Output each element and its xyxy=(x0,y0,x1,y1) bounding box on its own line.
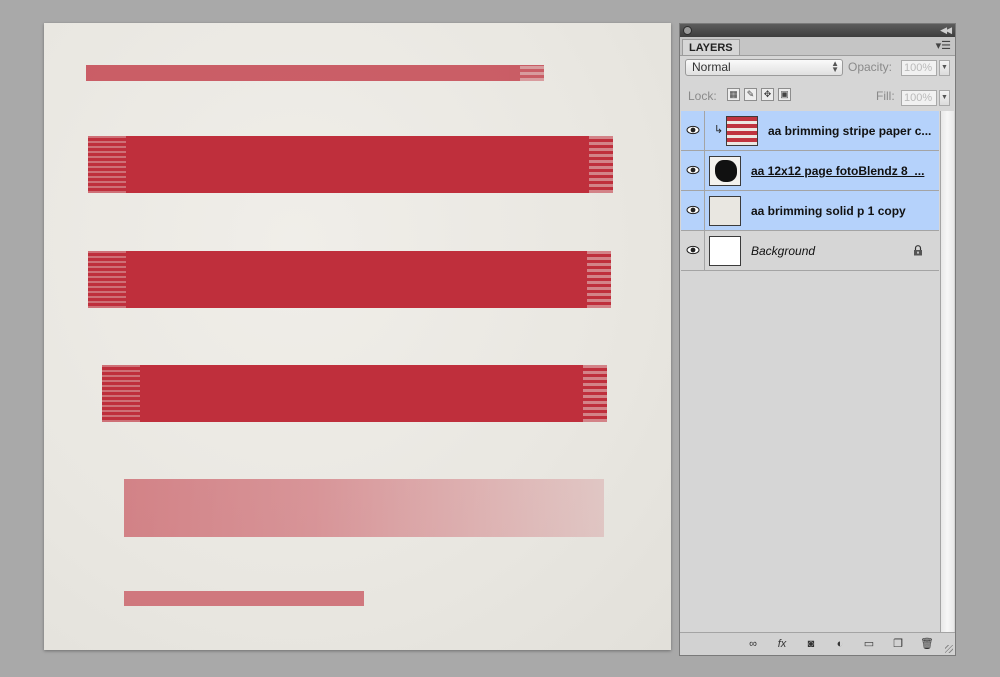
stripe-1 xyxy=(86,65,544,81)
lock-all-icon[interactable]: ▣ xyxy=(778,88,791,101)
layer-name[interactable]: Background xyxy=(751,231,815,271)
layer-name[interactable]: aa brimming solid p 1 copy xyxy=(751,191,906,231)
new-layer-icon[interactable]: ❐ xyxy=(891,637,905,651)
visibility-toggle[interactable] xyxy=(681,111,705,150)
lock-label: Lock: xyxy=(688,89,717,103)
stripe-3 xyxy=(88,251,611,308)
lock-position-icon[interactable]: ✥ xyxy=(761,88,774,101)
layers-panel: ◀◀ LAYERS ▾☰ Normal ▲ ▼ Opacity: 100% ▼ L… xyxy=(679,23,956,656)
eye-icon xyxy=(686,205,700,215)
trash-icon[interactable]: 🗑 xyxy=(920,637,934,651)
opacity-label: Opacity: xyxy=(848,60,893,74)
opacity-dropdown-arrow[interactable]: ▼ xyxy=(939,60,950,76)
eye-icon xyxy=(686,165,700,175)
blend-row: Normal ▲ ▼ Opacity: 100% ▼ xyxy=(680,56,955,78)
layer-row[interactable]: aa 12x12 page fotoBlendz 8_... xyxy=(681,151,939,191)
fill-dropdown-arrow[interactable]: ▼ xyxy=(939,90,950,106)
layer-mask-icon[interactable]: ◙ xyxy=(804,637,818,651)
panel-titlebar[interactable]: ◀◀ xyxy=(680,24,955,37)
lock-image-pixels-icon[interactable]: ✎ xyxy=(744,88,757,101)
layer-row[interactable]: ↳ aa brimming stripe paper c... xyxy=(681,111,939,151)
paper-background xyxy=(44,23,671,650)
fill-label: Fill: xyxy=(876,89,895,103)
panel-menu-icon[interactable]: ▾☰ xyxy=(936,40,951,52)
adjustment-layer-icon[interactable]: ◐ xyxy=(833,637,847,651)
layer-thumbnail xyxy=(709,236,741,266)
opacity-field[interactable]: 100% xyxy=(901,60,937,76)
lock-row: Lock: ▦ ✎ ✥ ▣ Fill: 100% ▼ xyxy=(680,86,955,108)
layer-name[interactable]: aa brimming stripe paper c... xyxy=(768,111,931,151)
new-group-icon[interactable]: ▭ xyxy=(862,637,876,651)
stripe-4 xyxy=(102,365,607,422)
stripe-2 xyxy=(88,136,613,193)
stripe-5 xyxy=(124,479,604,537)
layers-scrollbar[interactable] xyxy=(940,111,954,633)
layer-thumbnail xyxy=(709,156,741,186)
layer-name[interactable]: aa 12x12 page fotoBlendz 8_... xyxy=(751,151,924,191)
panel-footer: ∞ fx ◙ ◐ ▭ ❐ 🗑 xyxy=(680,632,955,655)
layer-thumbnail xyxy=(709,196,741,226)
visibility-toggle[interactable] xyxy=(681,231,705,270)
lock-transparent-pixels-icon[interactable]: ▦ xyxy=(727,88,740,101)
collapse-icon[interactable]: ◀◀ xyxy=(940,24,952,37)
visibility-toggle[interactable] xyxy=(681,191,705,230)
panel-tabbar: LAYERS ▾☰ xyxy=(680,37,955,56)
resize-grip-icon[interactable] xyxy=(945,645,953,653)
stripe-6 xyxy=(124,591,364,606)
layer-row[interactable]: aa brimming solid p 1 copy xyxy=(681,191,939,231)
clipping-mask-icon: ↳ xyxy=(714,124,724,136)
close-icon[interactable] xyxy=(683,26,692,35)
tab-layers[interactable]: LAYERS xyxy=(682,39,740,55)
stepper-icon: ▲ ▼ xyxy=(831,59,839,74)
blend-mode-select[interactable]: Normal ▲ ▼ xyxy=(685,59,843,76)
eye-icon xyxy=(686,125,700,135)
visibility-toggle[interactable] xyxy=(681,151,705,190)
layer-thumbnail xyxy=(726,116,758,146)
lock-icon xyxy=(914,245,922,256)
blend-mode-value: Normal xyxy=(692,60,731,74)
fill-field[interactable]: 100% xyxy=(901,90,937,106)
fx-icon[interactable]: fx xyxy=(775,637,789,651)
document-canvas[interactable] xyxy=(44,23,671,650)
link-layers-icon[interactable]: ∞ xyxy=(746,637,760,651)
layer-list: ↳ aa brimming stripe paper c... aa 12x12… xyxy=(681,111,939,633)
layer-row[interactable]: Background xyxy=(681,231,939,271)
eye-icon xyxy=(686,245,700,255)
